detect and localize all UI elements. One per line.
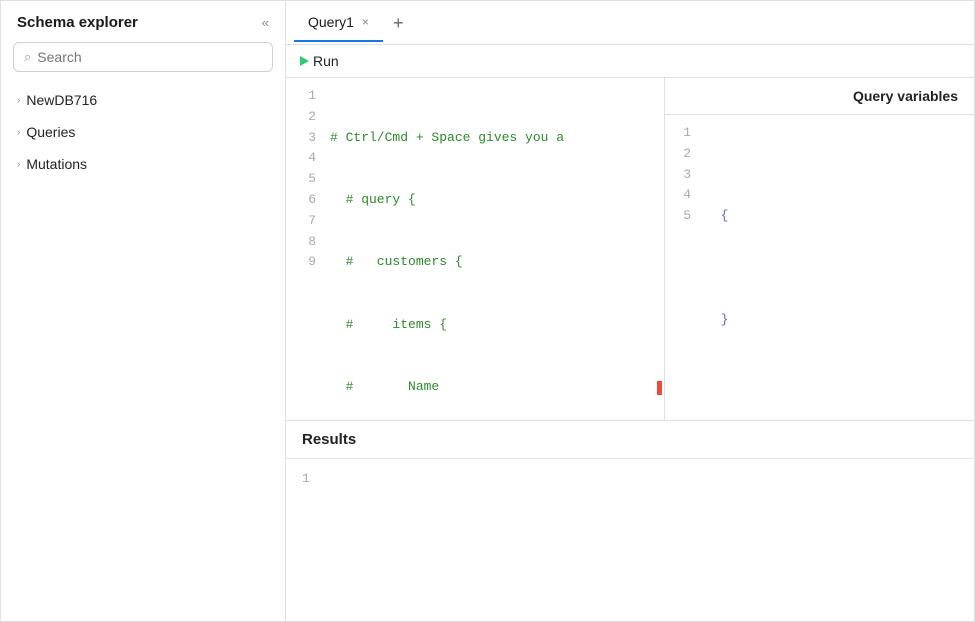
vars-line-numbers: 1 2 3 4 5 [665,115,701,421]
line-numbers: 1 2 3 4 5 6 7 8 9 [286,78,326,420]
vars-num-4: 4 [675,185,691,206]
error-marker [657,381,662,395]
vars-num-2: 2 [675,144,691,165]
line-num-3: 3 [296,128,316,149]
collapse-button[interactable]: « [258,13,273,32]
results-line-1: 1 [302,467,958,490]
results-content: 1 [286,459,974,498]
tab-query1[interactable]: Query1 × [294,4,383,42]
vars-line-2: { [705,206,799,227]
code-line-2: # query { [330,190,660,211]
code-line-3: # customers { [330,252,660,273]
code-line-4: # items { [330,315,660,336]
results-area: Results 1 [286,421,974,621]
run-button[interactable]: Run [300,53,339,69]
line-num-9: 9 [296,252,316,273]
tab-query1-label: Query1 [308,14,354,30]
line-num-1: 1 [296,86,316,107]
vars-num-3: 3 [675,165,691,186]
run-bar: Run [286,45,974,78]
code-content[interactable]: # Ctrl/Cmd + Space gives you a # query {… [326,78,664,420]
sidebar-header: Schema explorer « [1,13,285,42]
sidebar: Schema explorer « ⌕ › NewDB716 › Queries… [1,1,286,621]
line-num-8: 8 [296,232,316,253]
line-num-6: 6 [296,190,316,211]
query-variables-panel: Query variables 1 2 3 4 5 { } [664,78,974,420]
line-num-7: 7 [296,211,316,232]
sidebar-item-newdb[interactable]: › NewDB716 [1,84,285,116]
search-box[interactable]: ⌕ [13,42,273,72]
code-line-1: # Ctrl/Cmd + Space gives you a [330,128,660,149]
query-variables-header: Query variables [665,78,974,115]
chevron-right-icon: › [17,95,20,106]
sidebar-item-queries-label: Queries [26,124,75,140]
sidebar-item-queries[interactable]: › Queries [1,116,285,148]
code-panel: 1 2 3 4 5 6 7 8 9 # Ctrl/Cmd + Space giv… [286,78,664,420]
chevron-right-icon: › [17,127,20,138]
tab-close-icon[interactable]: × [362,16,369,28]
run-label: Run [313,53,339,69]
vars-num-5: 5 [675,206,691,227]
sidebar-title: Schema explorer [17,14,138,31]
code-editor[interactable]: 1 2 3 4 5 6 7 8 9 # Ctrl/Cmd + Space giv… [286,78,664,420]
line-num-2: 2 [296,107,316,128]
sidebar-item-mutations[interactable]: › Mutations [1,148,285,180]
vars-code: { } [701,115,803,421]
search-input[interactable] [37,49,262,65]
results-header: Results [286,421,974,459]
line-num-4: 4 [296,148,316,169]
search-icon: ⌕ [24,49,31,65]
sidebar-item-mutations-label: Mutations [26,156,87,172]
run-icon [300,56,309,66]
query-variables-content[interactable]: 1 2 3 4 5 { } [665,115,974,421]
vars-line-4: } [705,310,799,331]
sidebar-item-newdb-label: NewDB716 [26,92,97,108]
main-panel: Query1 × + Run 1 2 3 4 5 [286,1,974,621]
code-line-5: # Name [330,377,660,398]
editor-area: 1 2 3 4 5 6 7 8 9 # Ctrl/Cmd + Space giv… [286,78,974,421]
tab-add-button[interactable]: + [383,6,414,40]
vars-num-1: 1 [675,123,691,144]
chevron-right-icon: › [17,159,20,170]
line-num-5: 5 [296,169,316,190]
tab-bar: Query1 × + [286,1,974,45]
